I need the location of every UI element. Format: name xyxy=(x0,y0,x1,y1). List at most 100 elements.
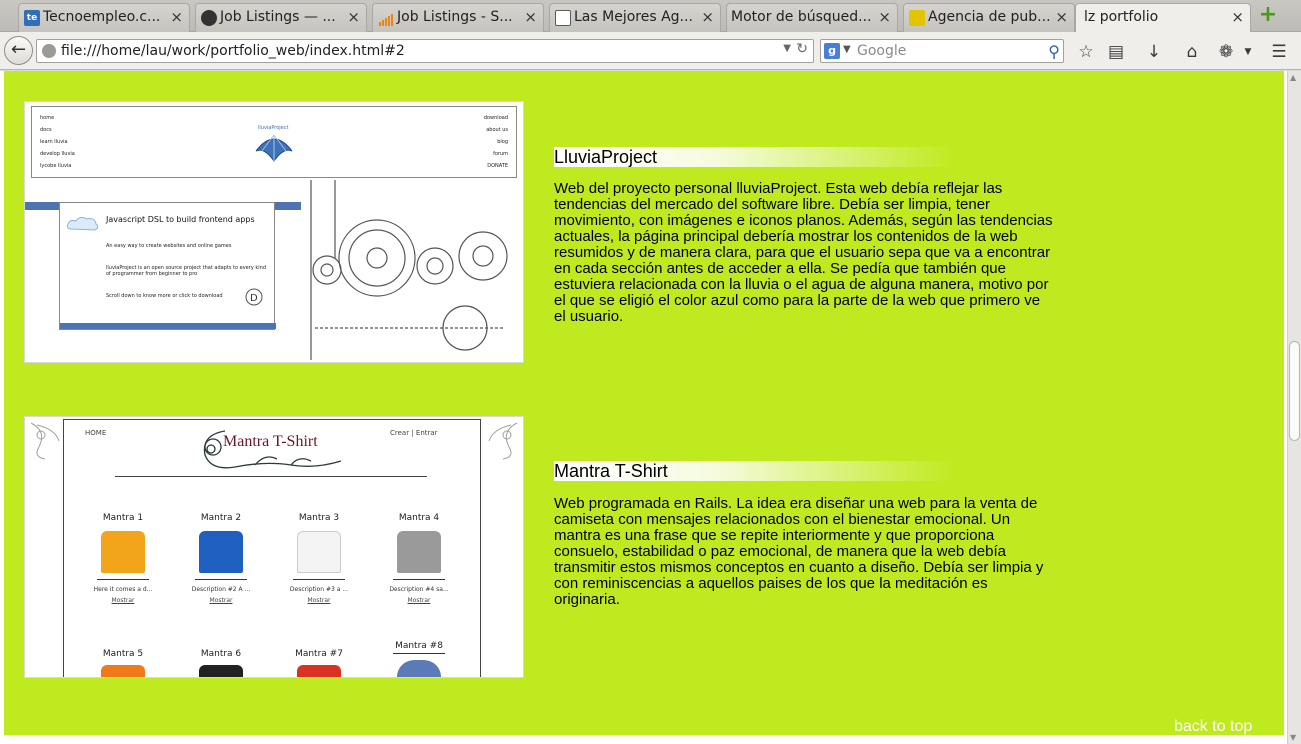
tab-label: Tecnoempleo.c... xyxy=(43,9,161,25)
back-arrow-icon: ← xyxy=(10,39,27,60)
product-description: Description #4 sa... xyxy=(389,586,449,593)
back-to-top-link[interactable]: back to top xyxy=(1174,718,1252,736)
project-description: Web del proyecto personal lluviaProject.… xyxy=(554,180,1053,325)
project-description: Web programada en Rails. La idea era dis… xyxy=(554,495,1044,608)
product-description: Description #3 a ... xyxy=(289,586,349,593)
mock-auth-links: Crear | Entrar xyxy=(390,429,438,437)
url-history-dropdown-icon[interactable]: ▼ xyxy=(783,43,791,54)
umbrella-logo-icon xyxy=(255,134,293,162)
tab-strip: te Tecnoempleo.c... × Job Listings — ...… xyxy=(0,0,1301,33)
tab-label: lz portfolio xyxy=(1084,9,1159,25)
vertical-scrollbar[interactable]: ▲ ▼ xyxy=(1287,71,1301,744)
mock-nav-link: DONATE xyxy=(487,163,508,169)
google-engine-icon[interactable]: g xyxy=(824,43,840,59)
portfolio-page: home docs learn lluvia develop lluvia ly… xyxy=(4,71,1284,735)
calendar-favicon-icon xyxy=(555,10,571,26)
close-icon[interactable]: × xyxy=(701,4,714,31)
tab-agencia-publicidad[interactable]: Agencia de pub... × xyxy=(903,3,1075,32)
close-icon[interactable]: × xyxy=(1231,4,1244,31)
star-icon[interactable]: ☆ xyxy=(1074,40,1098,64)
mock-nav-link: download xyxy=(483,115,508,121)
tab-mejores-agencias[interactable]: Las Mejores Ag... × xyxy=(549,3,721,32)
product-show-link: Mostrar xyxy=(307,597,331,604)
scrollbar-thumb[interactable] xyxy=(1289,341,1300,441)
close-icon[interactable]: × xyxy=(347,4,360,31)
page-viewport: home docs learn lluvia develop lluvia ly… xyxy=(0,71,1301,744)
back-button[interactable]: ← xyxy=(4,36,33,65)
engine-dropdown-icon[interactable]: ▼ xyxy=(843,44,851,55)
addon-icon[interactable]: ❁ xyxy=(1214,40,1238,64)
tab-job-listings-github[interactable]: Job Listings — ... × xyxy=(195,3,367,32)
home-icon[interactable]: ⌂ xyxy=(1180,40,1204,64)
mock-blue-footer-band xyxy=(60,323,276,329)
tshirt-image xyxy=(297,531,341,573)
svg-text:D: D xyxy=(250,293,258,304)
tshirt-image xyxy=(397,531,441,573)
tab-label: Las Mejores Ag... xyxy=(574,9,693,25)
mock-nav-link: develop lluvia xyxy=(40,151,75,157)
mock-paragraph: An easy way to create websites and onlin… xyxy=(106,243,232,249)
close-icon[interactable]: × xyxy=(1055,4,1068,31)
mock-nav-link: blog xyxy=(497,139,508,145)
github-favicon-icon xyxy=(201,10,217,26)
tshirt-image xyxy=(101,531,145,573)
mock-nav-link: home xyxy=(40,115,55,121)
tab-motor-busqueda[interactable]: Motor de búsqued... × xyxy=(726,3,898,32)
tshirt-image xyxy=(101,665,145,677)
bookmarks-icon[interactable]: ▤ xyxy=(1104,40,1128,64)
tshirt-image xyxy=(199,531,243,573)
gears-illustration-icon xyxy=(310,180,508,360)
mock-product-card: Mantra 4 Description #4 sa... Mostrar xyxy=(379,513,459,604)
url-input[interactable] xyxy=(61,41,761,61)
mock-product-card: Mantra 5 xyxy=(83,649,163,677)
search-bar[interactable]: g ▼ ⚲ xyxy=(820,39,1064,63)
mock-product-card: Mantra #8 xyxy=(379,641,459,677)
product-divider xyxy=(97,579,149,580)
mock-nav-link: learn lluvia xyxy=(40,139,68,145)
tab-job-listings-stack[interactable]: Job Listings - S... × xyxy=(372,3,544,32)
mock-paragraph: lluviaProject is an open source project … xyxy=(106,265,266,277)
product-name: Mantra #8 xyxy=(395,641,443,651)
mock-hero-card: Javascript DSL to build frontend apps An… xyxy=(59,202,276,330)
ornament-corner-left-icon xyxy=(30,422,60,460)
agencia-favicon-icon xyxy=(909,10,925,26)
product-divider xyxy=(393,579,445,580)
product-name: Mantra 6 xyxy=(200,649,242,659)
mock-product-card: Mantra 1 Here it comes a d... Mostrar xyxy=(83,513,163,604)
product-description: Description #2 A ... xyxy=(191,586,251,593)
scroll-down-arrow-icon[interactable]: ▼ xyxy=(1290,733,1296,742)
product-name: Mantra 1 xyxy=(102,513,144,523)
mock-nav-link: forum xyxy=(493,151,508,157)
reload-icon[interactable]: ↻ xyxy=(796,41,808,57)
mock-home-link: HOME xyxy=(85,429,107,437)
addon-dropdown-icon[interactable]: ▼ xyxy=(1236,40,1260,64)
close-icon[interactable]: × xyxy=(524,4,537,31)
mock-header-rule xyxy=(115,476,427,477)
tab-lz-portfolio[interactable]: lz portfolio × xyxy=(1075,3,1251,33)
product-name: Mantra 2 xyxy=(200,513,242,523)
stack-favicon-icon xyxy=(378,10,394,26)
tshirt-image xyxy=(297,665,341,677)
lluvia-mock-header: home docs learn lluvia develop lluvia ly… xyxy=(31,106,517,178)
tab-tecnoempleo[interactable]: te Tecnoempleo.c... × xyxy=(18,3,190,32)
close-icon[interactable]: × xyxy=(878,4,891,31)
product-divider xyxy=(195,579,247,580)
download-icon[interactable]: ↓ xyxy=(1142,40,1166,64)
search-input[interactable] xyxy=(857,41,1037,61)
lluviaproject-screenshot: home docs learn lluvia develop lluvia ly… xyxy=(24,101,524,363)
url-bar[interactable]: ▼ ↻ xyxy=(36,39,814,63)
scroll-up-arrow-icon[interactable]: ▲ xyxy=(1290,73,1296,82)
tab-label: Job Listings - S... xyxy=(397,9,513,25)
tecnoempleo-favicon-icon: te xyxy=(24,10,40,26)
product-show-link: Mostrar xyxy=(209,597,233,604)
search-icon[interactable]: ⚲ xyxy=(1048,42,1060,61)
new-tab-button[interactable]: + xyxy=(1258,4,1278,26)
mock-product-card: Mantra 6 xyxy=(181,649,261,677)
menu-icon[interactable]: ☰ xyxy=(1267,40,1291,64)
product-name: Mantra #7 xyxy=(295,649,343,659)
mock-product-card: Mantra 2 Description #2 A ... Mostrar xyxy=(181,513,261,604)
product-name: Mantra 4 xyxy=(398,513,440,523)
mock-nav-link: lycobe lluvia xyxy=(40,163,72,169)
close-icon[interactable]: × xyxy=(170,4,183,31)
product-show-link: Mostrar xyxy=(407,597,431,604)
